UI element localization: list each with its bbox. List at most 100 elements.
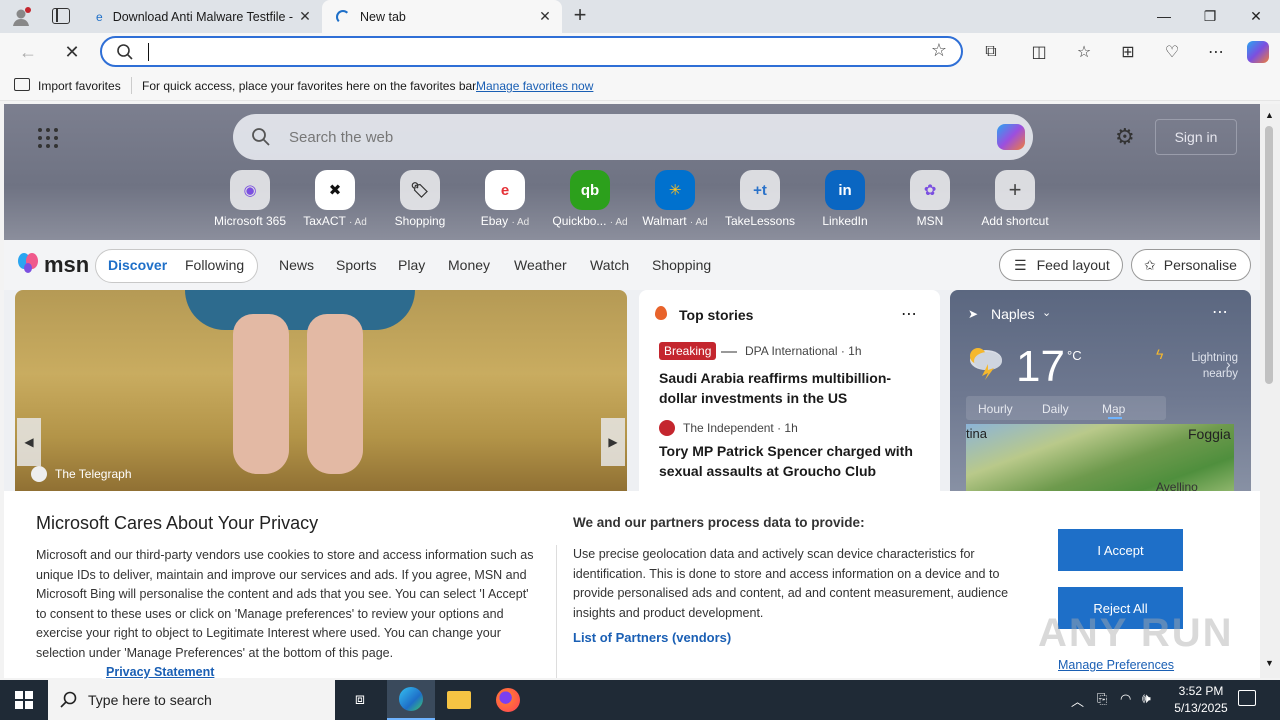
chevron-down-icon[interactable]: ⌄ [1042,306,1051,319]
manage-preferences-link[interactable]: Manage Preferences [1058,658,1174,672]
favorite-star-icon[interactable]: ☆ [931,40,947,61]
top-stories-card: Top stories ⋯ Breaking DPA International… [639,290,940,500]
close-tab-icon[interactable]: ✕ [298,9,312,23]
collections-icon[interactable]: ⊞ [1116,40,1140,64]
sign-in-button[interactable]: Sign in [1155,119,1237,155]
nav-news[interactable]: News [279,257,314,273]
shortcut-takelessons[interactable]: +t TakeLessons [718,170,802,228]
taskbar-search-box[interactable]: Type here to search [48,680,335,720]
more-options-icon[interactable]: ⋯ [1204,40,1228,64]
volume-icon[interactable]: 🕪 [1142,690,1151,707]
copilot-icon[interactable] [1246,40,1270,64]
feed-layout-button[interactable]: ☰ Feed layout [999,249,1123,281]
chevron-up-icon[interactable]: ︿ [1071,691,1084,710]
nav-weather[interactable]: Weather [514,257,567,273]
taskbar-edge-button[interactable] [387,680,435,720]
carousel-next-button[interactable]: ▶ [601,418,625,466]
weather-location[interactable]: Naples [991,306,1035,322]
shortcut-shopping[interactable]: 🏷 Shopping [378,170,462,228]
tab-new-tab[interactable]: New tab ✕ [322,0,562,33]
shortcut-taxact[interactable]: ✖ TaxACT · Ad [293,170,377,228]
weather-next-icon[interactable]: › [1226,356,1231,372]
scroll-up-icon[interactable]: ▲ [1265,110,1274,120]
map-label: tina [966,426,987,441]
nav-money[interactable]: Money [448,257,490,273]
linkedin-icon: in [825,170,865,210]
story-headline[interactable]: Saudi Arabia reaffirms multibillion-doll… [659,368,929,408]
privacy-divider [556,545,557,678]
shortcut-linkedin[interactable]: in LinkedIn [803,170,887,228]
copilot-search-icon[interactable] [997,124,1025,150]
task-view-button[interactable]: ⧈ [336,680,384,720]
minimize-button[interactable]: — [1141,0,1187,33]
taskbar-firefox-button[interactable] [484,680,532,720]
story-source: DPA International · 1h [745,344,862,358]
shortcut-microsoft-365[interactable]: ◉ Microsoft 365 [208,170,292,228]
nav-shopping[interactable]: Shopping [652,257,711,273]
import-favorites-icon[interactable] [14,78,30,91]
weather-tab-hourly[interactable]: Hourly [978,402,1013,416]
favorites-icon[interactable]: ☆ [1072,40,1096,64]
extensions-icon[interactable]: ⧉ [979,40,1003,64]
apps-launcher-icon[interactable] [38,128,58,148]
add-shortcut-button[interactable]: + Add shortcut [973,170,1057,228]
privacy-statement-link[interactable]: Privacy Statement [102,665,215,679]
top-stories-more-icon[interactable]: ⋯ [901,304,917,324]
tab-actions-icon[interactable] [52,8,70,24]
web-search-box[interactable]: Search the web [233,114,1033,160]
favorites-divider [131,77,132,94]
weather-tab-map[interactable]: Map [1102,402,1125,416]
settings-gear-icon[interactable]: ⚙ [1115,124,1135,150]
nav-watch[interactable]: Watch [590,257,629,273]
scroll-thumb[interactable] [1265,126,1273,384]
weather-tab-daily[interactable]: Daily [1042,402,1069,416]
tab-download-anti-malware[interactable]: e Download Anti Malware Testfile - ✕ [86,0,322,33]
profile-icon[interactable] [10,6,32,28]
edge-page-icon: e [96,9,103,24]
taskbar-explorer-button[interactable] [435,680,483,720]
manage-favorites-link[interactable]: Manage favorites now [476,79,593,93]
shortcut-ebay[interactable]: e Ebay · Ad [463,170,547,228]
personalise-star-icon: ✩ [1144,256,1156,273]
clock-time[interactable]: 3:52 PM [1172,684,1230,698]
start-button[interactable] [0,680,48,720]
story-headline[interactable]: Tory MP Patrick Spencer charged with sex… [659,441,929,481]
nav-discover[interactable]: Discover [108,257,167,273]
msn-logo-text: msn [44,252,90,277]
import-favorites-button[interactable]: Import favorites [38,79,121,93]
carousel-prev-button[interactable]: ◀ [17,418,41,466]
nav-play[interactable]: Play [398,257,425,273]
page-scrollbar[interactable]: ▲ ▼ [1260,104,1280,678]
back-icon[interactable]: ← [16,40,40,64]
restore-button[interactable]: ❐ [1187,0,1233,33]
close-tab-icon[interactable]: ✕ [538,9,552,23]
taskbar-search-input[interactable]: Type here to search [88,692,212,708]
search-icon [116,43,134,64]
partners-link[interactable]: List of Partners (vendors) [573,630,731,645]
address-bar[interactable]: ☆ [100,36,963,67]
shortcut-walmart[interactable]: ✳ Walmart · Ad [633,170,717,228]
nav-following[interactable]: Following [185,257,244,273]
shortcut-msn[interactable]: ✿ MSN [888,170,972,228]
weather-more-icon[interactable]: ⋯ [1212,302,1228,322]
web-search-input[interactable]: Search the web [289,129,393,146]
weather-card[interactable]: ➤ Naples ⌄ ⋯ 17 °C ϟ Lightning nearby › … [950,290,1251,500]
shortcut-quickbooks[interactable]: qb Quickbo... · Ad [548,170,632,228]
personalise-button[interactable]: ✩ Personalise [1131,249,1251,281]
weather-map[interactable]: tina Foggia Avellino [966,424,1234,500]
nav-sports[interactable]: Sports [336,257,376,273]
new-tab-button[interactable]: + [568,4,592,28]
wifi-icon[interactable]: ◠ [1120,691,1131,707]
weather-tab-indicator [1108,417,1122,419]
split-screen-icon[interactable]: ◫ [1027,40,1051,64]
close-window-button[interactable]: ✕ [1233,0,1279,33]
clock-date[interactable]: 5/13/2025 [1166,701,1236,715]
accept-button[interactable]: I Accept [1058,529,1183,571]
network-icon[interactable]: ⎘ [1097,691,1107,707]
browser-essentials-icon[interactable]: ♡ [1160,40,1184,64]
stop-loading-icon[interactable]: ✕ [60,40,84,64]
scroll-down-icon[interactable]: ▼ [1265,658,1274,668]
address-input[interactable] [148,43,149,61]
notifications-icon[interactable] [1238,690,1256,706]
hero-news-card[interactable]: ◀ ▶ The Telegraph [15,290,627,500]
